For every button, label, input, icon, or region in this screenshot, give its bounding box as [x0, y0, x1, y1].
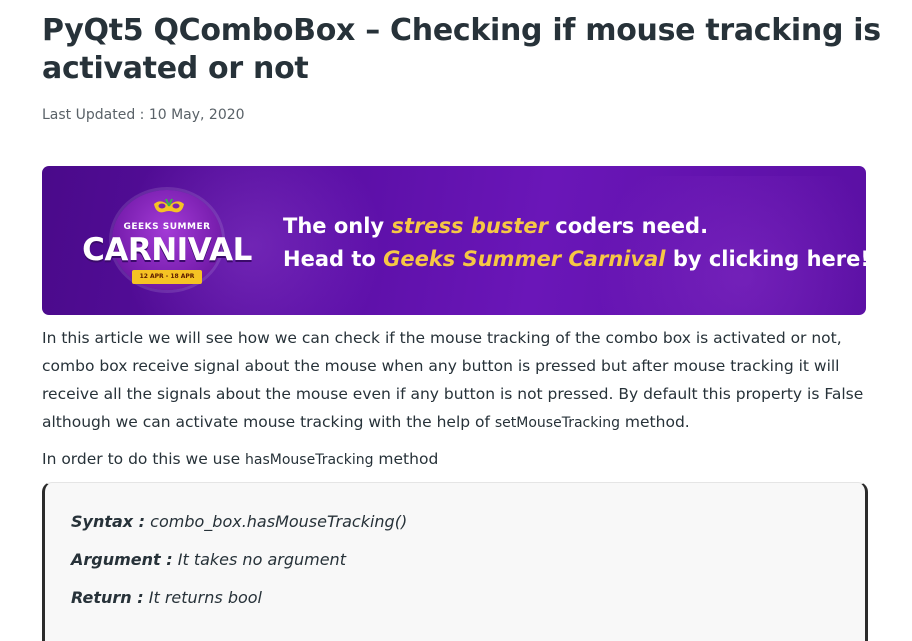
method-paragraph: In order to do this we use hasMouseTrack… — [42, 445, 872, 474]
return-label: Return : — [71, 588, 144, 607]
logo-main-text: CARNIVAL — [82, 232, 252, 268]
method-text-end: method — [373, 450, 439, 468]
tagline-text: by clicking here! — [665, 247, 866, 271]
promo-banner[interactable]: GEEKS SUMMER CARNIVAL 12 APR - 18 APR Th… — [42, 166, 866, 315]
tagline-highlight: stress buster — [391, 214, 548, 238]
inline-code-hasmousetracking: hasMouseTracking — [245, 452, 374, 468]
article-title: PyQt5 QComboBox – Checking if mouse trac… — [42, 13, 881, 86]
return-value: It returns bool — [143, 588, 262, 607]
last-updated-date: 10 May, 2020 — [148, 107, 245, 123]
last-updated: Last Updated : 10 May, 2020 — [42, 106, 245, 124]
tagline-line-2: Head to Geeks Summer Carnival by clickin… — [283, 243, 866, 276]
logo-top-text: GEEKS SUMMER — [123, 222, 211, 232]
method-text: In order to do this we use — [42, 450, 246, 468]
tagline-text: coders need. — [547, 214, 709, 238]
syntax-line: Syntax : combo_box.hasMouseTracking() — [71, 511, 407, 533]
logo-dates-ribbon: 12 APR - 18 APR — [132, 270, 202, 284]
argument-label: Argument : — [71, 550, 173, 569]
intro-paragraph: In this article we will see how we can c… — [42, 324, 872, 437]
argument-line: Argument : It takes no argument — [71, 549, 346, 571]
last-updated-label: Last Updated : — [42, 107, 149, 123]
syntax-label: Syntax : — [71, 512, 146, 531]
inline-code-setmousetracking: setMouseTracking — [494, 415, 620, 431]
banner-tagline: The only stress buster coders need. Head… — [283, 210, 866, 276]
tagline-highlight: Geeks Summer Carnival — [383, 247, 666, 271]
intro-text-end: method. — [620, 413, 690, 431]
tagline-line-1: The only stress buster coders need. — [283, 210, 866, 243]
return-line: Return : It returns bool — [71, 587, 262, 609]
article-page: PyQt5 QComboBox – Checking if mouse trac… — [0, 0, 912, 641]
carnival-logo: GEEKS SUMMER CARNIVAL 12 APR - 18 APR — [82, 184, 252, 296]
argument-value: It takes no argument — [172, 550, 346, 569]
syntax-value: combo_box.hasMouseTracking() — [145, 512, 408, 531]
tagline-text: The only — [283, 214, 392, 238]
intro-text: In this article we will see how we can c… — [42, 329, 864, 431]
syntax-box: Syntax : combo_box.hasMouseTracking() Ar… — [42, 482, 868, 641]
carnival-mask-icon — [154, 198, 184, 213]
tagline-text: Head to — [283, 247, 384, 271]
